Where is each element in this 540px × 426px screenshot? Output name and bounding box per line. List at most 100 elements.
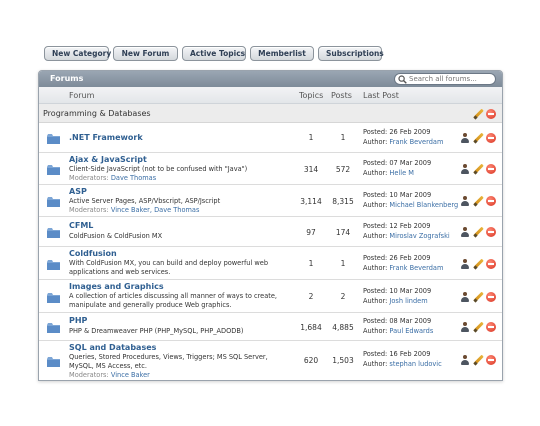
category-name: Programming & Databases [43,109,151,118]
new-forum-button[interactable]: New Forum [113,46,178,61]
edit-icon[interactable] [473,355,483,365]
user-icon[interactable] [460,133,470,143]
column-forum: Forum [69,91,95,100]
folder-icon [47,228,60,238]
delete-icon[interactable] [486,164,496,174]
author-label: Author: [363,263,388,272]
user-icon[interactable] [460,227,470,237]
forum-description: A collection of articles discussing all … [69,292,277,309]
forum-row: Ajax & JavaScript Client-Side JavaScript… [39,153,502,185]
forum-row: Images and Graphics A collection of arti… [39,280,502,313]
folder-icon [47,197,60,207]
delete-icon[interactable] [486,292,496,302]
user-icon[interactable] [460,259,470,269]
user-icon[interactable] [460,196,470,206]
last-post: Posted: 12 Feb 2009 Author: Miroslav Zog… [363,222,450,241]
last-post-author[interactable]: Miroslav Zografski [389,232,449,240]
search-box[interactable] [394,73,496,85]
forum-moderators: Moderators: Vince Baker, Dave Thomas [69,206,199,214]
forum-topics-count: 3,114 [300,197,322,206]
delete-icon[interactable] [486,196,496,206]
forum-row: Coldfusion With ColdFusion MX, you can b… [39,247,502,280]
edit-icon[interactable] [473,322,483,332]
edit-icon[interactable] [473,259,483,269]
active-topics-button[interactable]: Active Topics [182,46,246,61]
search-input[interactable] [407,74,493,84]
folder-icon [47,260,60,270]
delete-icon[interactable] [486,259,496,269]
forum-name-link[interactable]: CFML [69,221,93,230]
author-label: Author: [363,231,388,240]
user-icon[interactable] [460,355,470,365]
last-post-author[interactable]: Frank Beverdam [389,264,443,272]
delete-icon[interactable] [486,133,496,143]
user-icon[interactable] [460,164,470,174]
user-icon[interactable] [460,322,470,332]
subscriptions-button[interactable]: Subscriptions [318,46,384,61]
forum-name-link[interactable]: Images and Graphics [69,282,164,291]
forum-row: PHP PHP & Dreamweaver PHP (PHP_MySQL, PH… [39,313,502,341]
panel-title: Forums [50,74,84,83]
forum-actions [460,292,496,302]
forum-name-link[interactable]: Coldfusion [69,249,117,258]
edit-icon[interactable] [473,133,483,143]
panel-header: Forums [39,71,502,87]
moderator-names[interactable]: Dave Thomas [111,174,156,182]
user-icon[interactable] [460,292,470,302]
last-post: Posted: 07 Mar 2009 Author: Helle M [363,159,431,178]
author-label: Author: [363,326,388,335]
forum-topics-count: 1,684 [300,323,322,332]
last-post: Posted: 10 Mar 2009 Author: Michael Blan… [363,191,458,210]
moderator-names[interactable]: Vince Baker, Dave Thomas [111,206,200,214]
forum-posts-count: 1 [340,133,346,142]
edit-icon[interactable] [473,196,483,206]
forum-description: Active Server Pages, ASP/Vbscript, ASP/J… [69,197,221,205]
forum-moderators: Moderators: Dave Thomas [69,174,156,182]
edit-icon[interactable] [473,227,483,237]
last-post: Posted: 16 Feb 2009 Author: stephan ludo… [363,350,442,369]
forum-name-link[interactable]: ASP [69,187,87,196]
edit-icon[interactable] [473,292,483,302]
last-post: Posted: 10 Mar 2009 Author: Josh lindem [363,287,431,306]
edit-icon[interactable] [473,164,483,174]
folder-icon [47,357,60,367]
forum-topics-count: 620 [303,356,319,365]
delete-icon[interactable] [486,109,496,119]
forum-row: SQL and Databases Queries, Stored Proced… [39,341,502,380]
column-last-post: Last Post [363,91,399,100]
forum-name-link[interactable]: .NET Framework [69,133,143,142]
forum-name-link[interactable]: SQL and Databases [69,343,156,352]
author-label: Author: [363,359,388,368]
new-category-button[interactable]: New Category [44,46,111,61]
forum-name-link[interactable]: PHP [69,316,87,325]
forum-actions [460,259,496,269]
last-post-author[interactable]: stephan ludovic [389,360,441,368]
last-post-date: Posted: 07 Mar 2009 [363,159,432,167]
delete-icon[interactable] [486,322,496,332]
memberlist-button[interactable]: Memberlist [250,46,314,61]
moderator-names[interactable]: Vince Baker [111,371,150,379]
delete-icon[interactable] [486,227,496,237]
folder-icon [47,165,60,175]
last-post-author[interactable]: Paul Edwards [389,327,433,335]
moderators-label: Moderators: [69,206,109,214]
last-post-author[interactable]: Helle M [389,169,414,177]
folder-icon [47,134,60,144]
forum-posts-count: 572 [335,165,351,174]
forum-description: PHP & Dreamweaver PHP (PHP_MySQL, PHP_AD… [69,327,244,335]
forum-moderators: Moderators: Vince Baker [69,371,150,379]
forum-posts-count: 4,885 [332,323,354,332]
forum-description: With ColdFusion MX, you can build and de… [69,259,269,276]
forum-actions [460,355,496,365]
forum-actions [460,133,496,143]
last-post-author[interactable]: Michael Blankenberg [389,201,458,209]
forum-row: .NET Framework 1 1 Posted: 26 Feb 2009 A… [39,123,502,153]
edit-icon[interactable] [473,109,483,119]
delete-icon[interactable] [486,355,496,365]
last-post-author[interactable]: Frank Beverdam [389,138,443,146]
forum-row: CFML ColdFusion & ColdFusion MX 97 174 P… [39,217,502,247]
last-post-author[interactable]: Josh lindem [389,297,427,305]
forum-actions [460,227,496,237]
forum-name-link[interactable]: Ajax & JavaScript [69,155,147,164]
forum-description: Queries, Stored Procedures, Views, Trigg… [69,353,268,370]
